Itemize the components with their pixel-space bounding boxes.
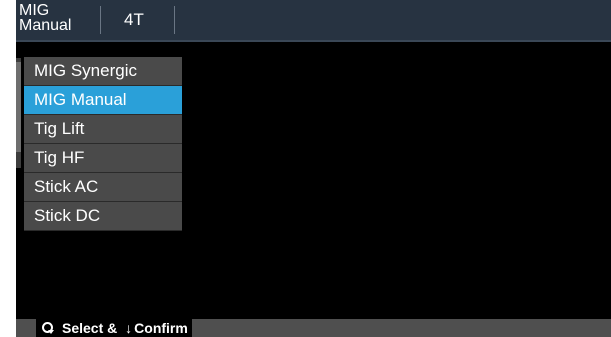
header-divider xyxy=(174,6,175,34)
menu-item-mig-manual[interactable]: MIG Manual xyxy=(24,86,182,115)
hint-connector: & xyxy=(107,320,118,336)
process-mode-label: MIG Manual xyxy=(19,2,99,34)
menu-item-stick-dc[interactable]: Stick DC xyxy=(24,202,182,231)
rotary-knob-icon xyxy=(42,322,54,334)
process-menu: MIG Synergic MIG Manual Tig Lift Tig HF … xyxy=(24,57,182,231)
scrollbar-thumb[interactable] xyxy=(16,62,21,152)
confirm-hint-label: Confirm xyxy=(134,320,188,336)
display-screen: MIG Manual 4T MIG Synergic MIG Manual Ti… xyxy=(16,0,611,337)
menu-item-tig-lift[interactable]: Tig Lift xyxy=(24,115,182,144)
control-hint: Select & ↓ Confirm xyxy=(36,319,192,337)
select-hint-label: Select xyxy=(62,320,104,336)
process-mode-line1: MIG xyxy=(19,2,50,19)
process-mode-line2: Manual xyxy=(19,17,72,34)
down-arrow-icon: ↓ xyxy=(125,320,133,336)
menu-item-tig-hf[interactable]: Tig HF xyxy=(24,144,182,173)
menu-item-mig-synergic[interactable]: MIG Synergic xyxy=(24,57,182,86)
status-header: MIG Manual 4T xyxy=(16,0,611,42)
footer-bar: Select & ↓ Confirm xyxy=(16,319,611,337)
menu-item-stick-ac[interactable]: Stick AC xyxy=(24,173,182,202)
trigger-mode-label: 4T xyxy=(124,10,144,29)
header-divider xyxy=(100,6,101,34)
